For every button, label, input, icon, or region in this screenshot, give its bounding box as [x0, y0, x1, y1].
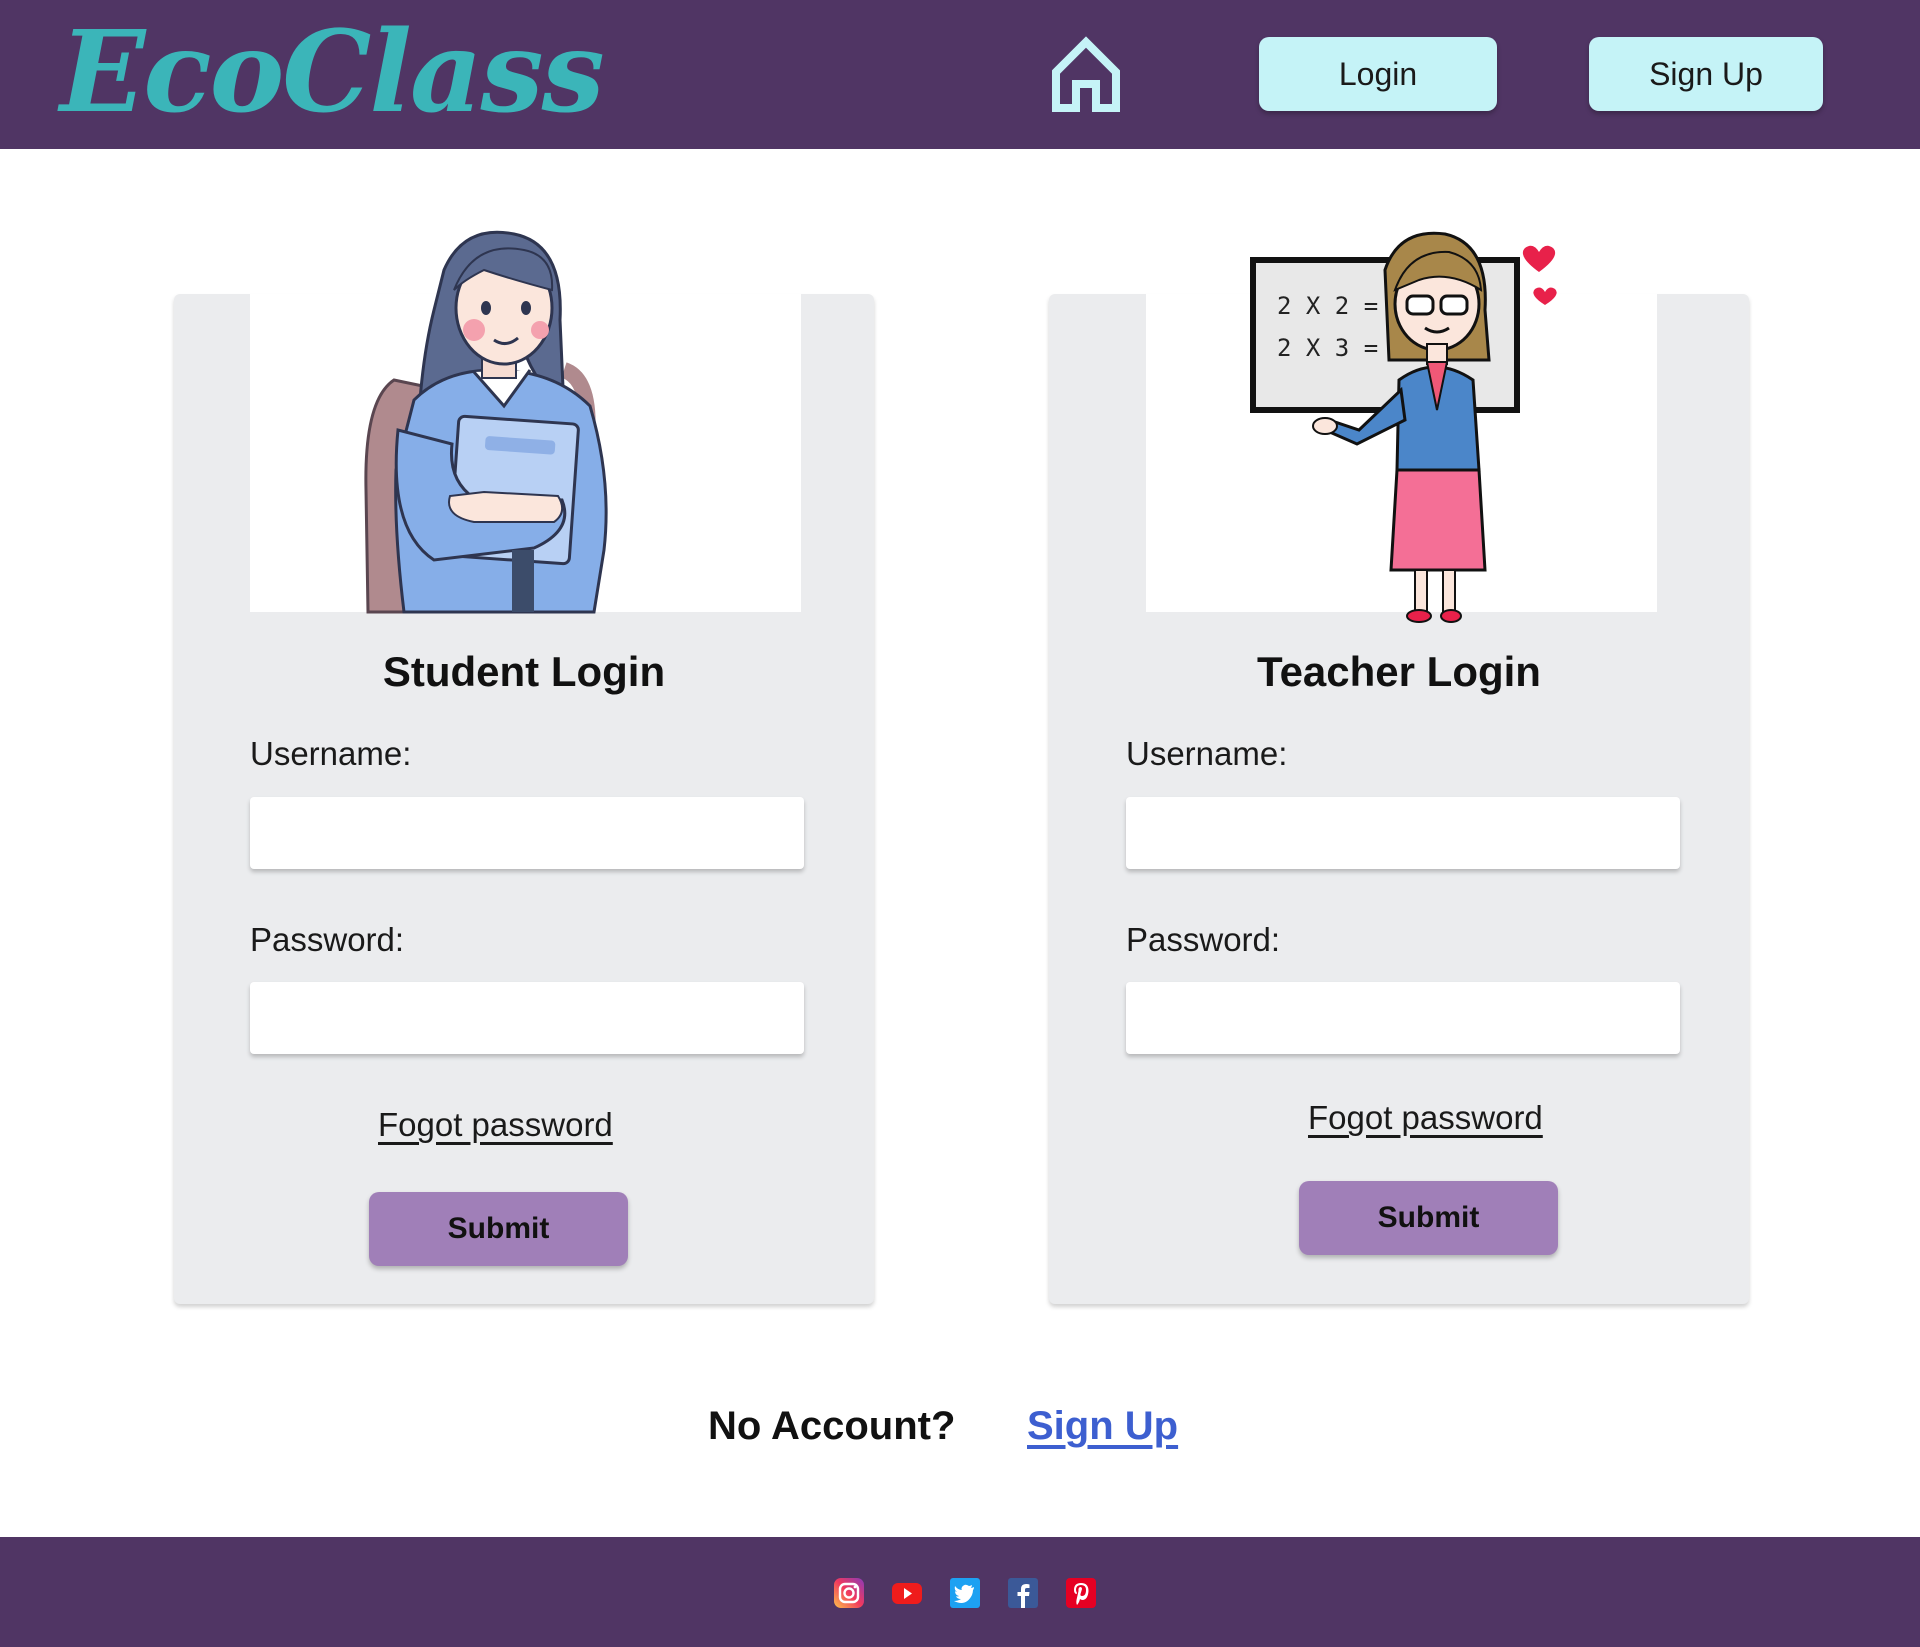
student-username-input[interactable] — [250, 797, 804, 869]
no-account-prompt: No Account? — [708, 1404, 956, 1448]
signup-link[interactable]: Sign Up — [1027, 1404, 1178, 1449]
teacher-illustration: 2 X 2 = 4 2 X 3 = ? — [1250, 231, 1557, 623]
teacher-password-input[interactable] — [1126, 982, 1680, 1054]
teacher-username-input[interactable] — [1126, 797, 1680, 869]
nav-login-button[interactable]: Login — [1259, 37, 1497, 111]
student-submit-button[interactable]: Submit — [369, 1192, 628, 1266]
heart-icon — [1533, 287, 1557, 305]
top-nav-bar: EcoClass Login Sign Up — [0, 0, 1920, 149]
footer — [0, 1537, 1920, 1647]
facebook-icon[interactable] — [1008, 1578, 1038, 1608]
pinterest-icon[interactable] — [1066, 1578, 1096, 1608]
student-password-label: Password: — [250, 921, 405, 958]
teacher-forgot-password-link[interactable]: Fogot password — [1308, 1099, 1543, 1137]
student-password-input[interactable] — [250, 982, 804, 1054]
student-username-label: Username: — [250, 735, 412, 772]
student-forgot-password-link[interactable]: Fogot password — [378, 1106, 613, 1144]
teacher-login-title: Teacher Login — [1257, 648, 1541, 695]
student-illustration — [364, 230, 608, 614]
nav-signup-button[interactable]: Sign Up — [1589, 37, 1823, 111]
site-logo[interactable]: EcoClass — [60, 8, 605, 138]
teacher-password-label: Password: — [1126, 921, 1281, 958]
student-login-card: Student Login Username: Password: Fogot … — [174, 230, 874, 1304]
teacher-submit-button[interactable]: Submit — [1299, 1181, 1558, 1255]
instagram-icon[interactable] — [834, 1578, 864, 1608]
youtube-icon[interactable] — [892, 1578, 922, 1608]
login-page: EcoClass Login Sign Up Student Login Use… — [0, 0, 1920, 1647]
teacher-login-card: 2 X 2 = 4 2 X 3 = ? Teacher Login Userna… — [1049, 231, 1749, 1304]
teacher-username-label: Username: — [1126, 735, 1288, 772]
twitter-icon[interactable] — [950, 1578, 980, 1608]
heart-icon — [1522, 245, 1556, 272]
student-login-title: Student Login — [382, 648, 666, 695]
home-icon[interactable] — [1050, 36, 1122, 112]
